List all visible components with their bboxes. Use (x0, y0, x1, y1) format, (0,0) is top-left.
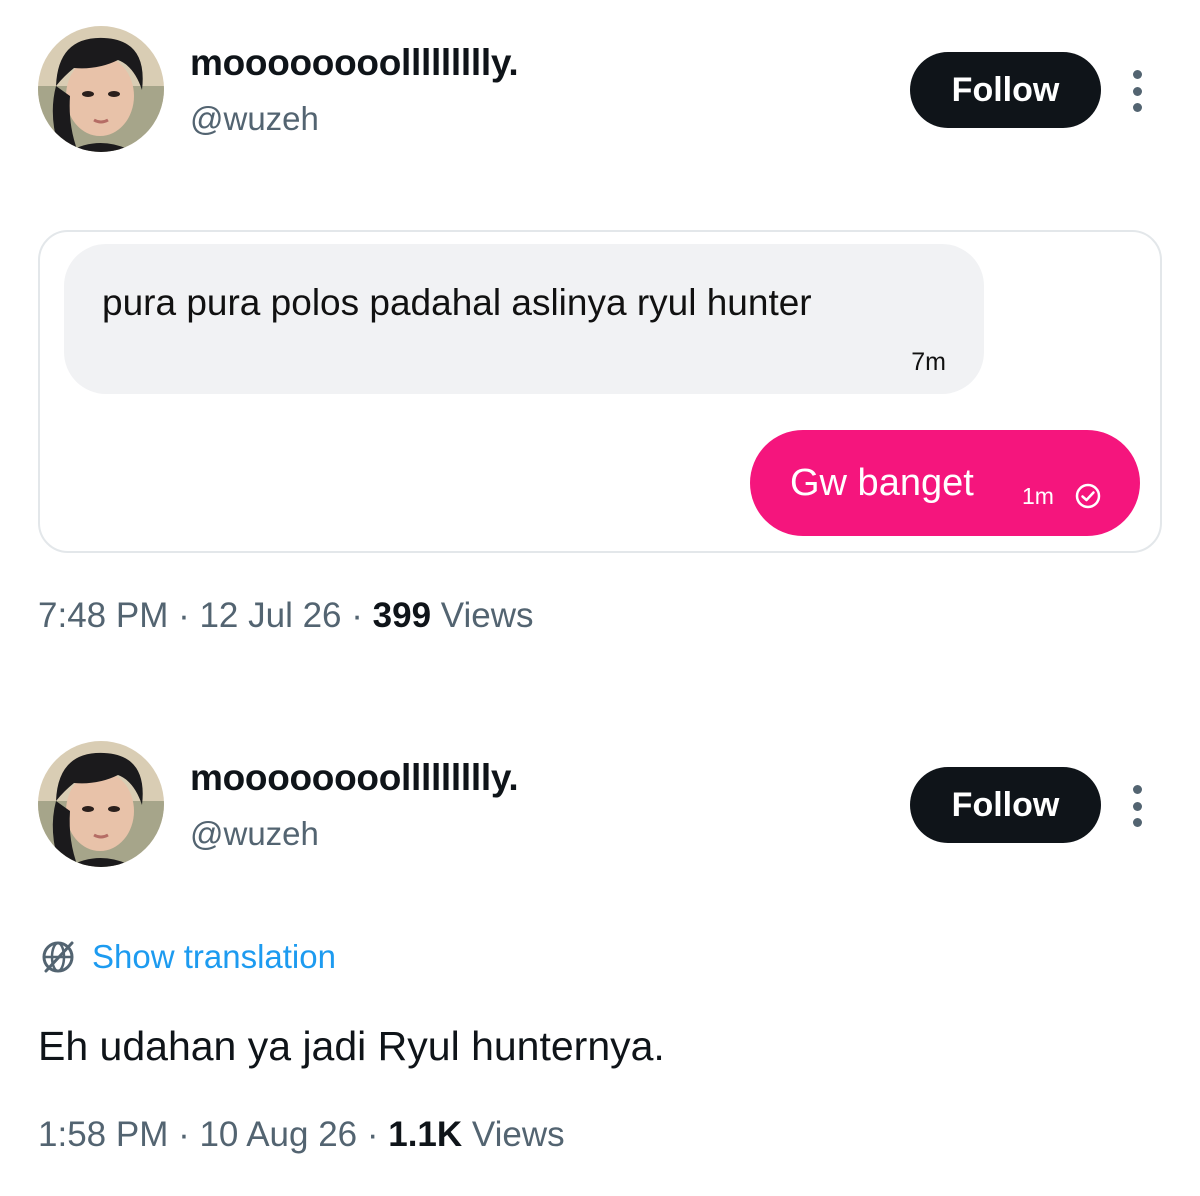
tweet-1: moooooooollllllllly. @wuzeh Follow pura … (0, 0, 1200, 680)
chat-screenshot-card: pura pura polos padahal aslinya ryul hun… (38, 230, 1162, 553)
post-date[interactable]: 10 Aug 26 (199, 1115, 357, 1154)
post-date[interactable]: 12 Jul 26 (199, 596, 341, 635)
outgoing-message-bubble: Gw banget 1m (750, 430, 1140, 536)
separator: · (168, 596, 200, 635)
read-check-icon (1075, 483, 1101, 509)
user-handle[interactable]: @wuzeh (190, 815, 319, 853)
display-name[interactable]: moooooooollllllllly. (190, 757, 519, 799)
tweet-meta: 7:48 PM · 12 Jul 26 · 399 Views (38, 596, 534, 636)
more-options-icon[interactable] (1120, 66, 1154, 116)
post-time[interactable]: 1:58 PM (38, 1115, 168, 1154)
views-count: 399 (372, 596, 432, 635)
separator: · (168, 1115, 200, 1154)
display-name[interactable]: moooooooollllllllly. (190, 42, 519, 84)
tweet-2: moooooooollllllllly. @wuzeh Follow Show … (0, 715, 1200, 1196)
tweet-meta: 1:58 PM · 10 Aug 26 · 1.1K Views (38, 1115, 565, 1155)
tweet-text: Eh udahan ya jadi Ryul hunternya. (38, 1023, 665, 1069)
user-handle[interactable]: @wuzeh (190, 100, 319, 138)
separator: · (341, 596, 373, 635)
incoming-message-text: pura pura polos padahal aslinya ryul hun… (102, 282, 812, 323)
separator: · (357, 1115, 389, 1154)
follow-button[interactable]: Follow (910, 767, 1101, 843)
outgoing-message-time: 1m (1022, 483, 1054, 509)
views-label: Views (440, 596, 534, 635)
avatar-photo-icon (38, 741, 164, 867)
more-options-icon[interactable] (1120, 781, 1154, 831)
show-translation-link[interactable]: Show translation (38, 937, 336, 977)
follow-button[interactable]: Follow (910, 52, 1101, 128)
views-label: Views (471, 1115, 565, 1154)
views-count: 1.1K (388, 1115, 463, 1154)
show-translation-label[interactable]: Show translation (92, 938, 336, 976)
incoming-message-time: 7m (911, 348, 946, 376)
avatar[interactable] (38, 741, 164, 867)
avatar-photo-icon (38, 26, 164, 152)
post-time[interactable]: 7:48 PM (38, 596, 168, 635)
incoming-message-bubble: pura pura polos padahal aslinya ryul hun… (64, 244, 984, 394)
globe-icon (42, 941, 74, 973)
avatar[interactable] (38, 26, 164, 152)
outgoing-message-text: Gw banget (790, 462, 974, 504)
